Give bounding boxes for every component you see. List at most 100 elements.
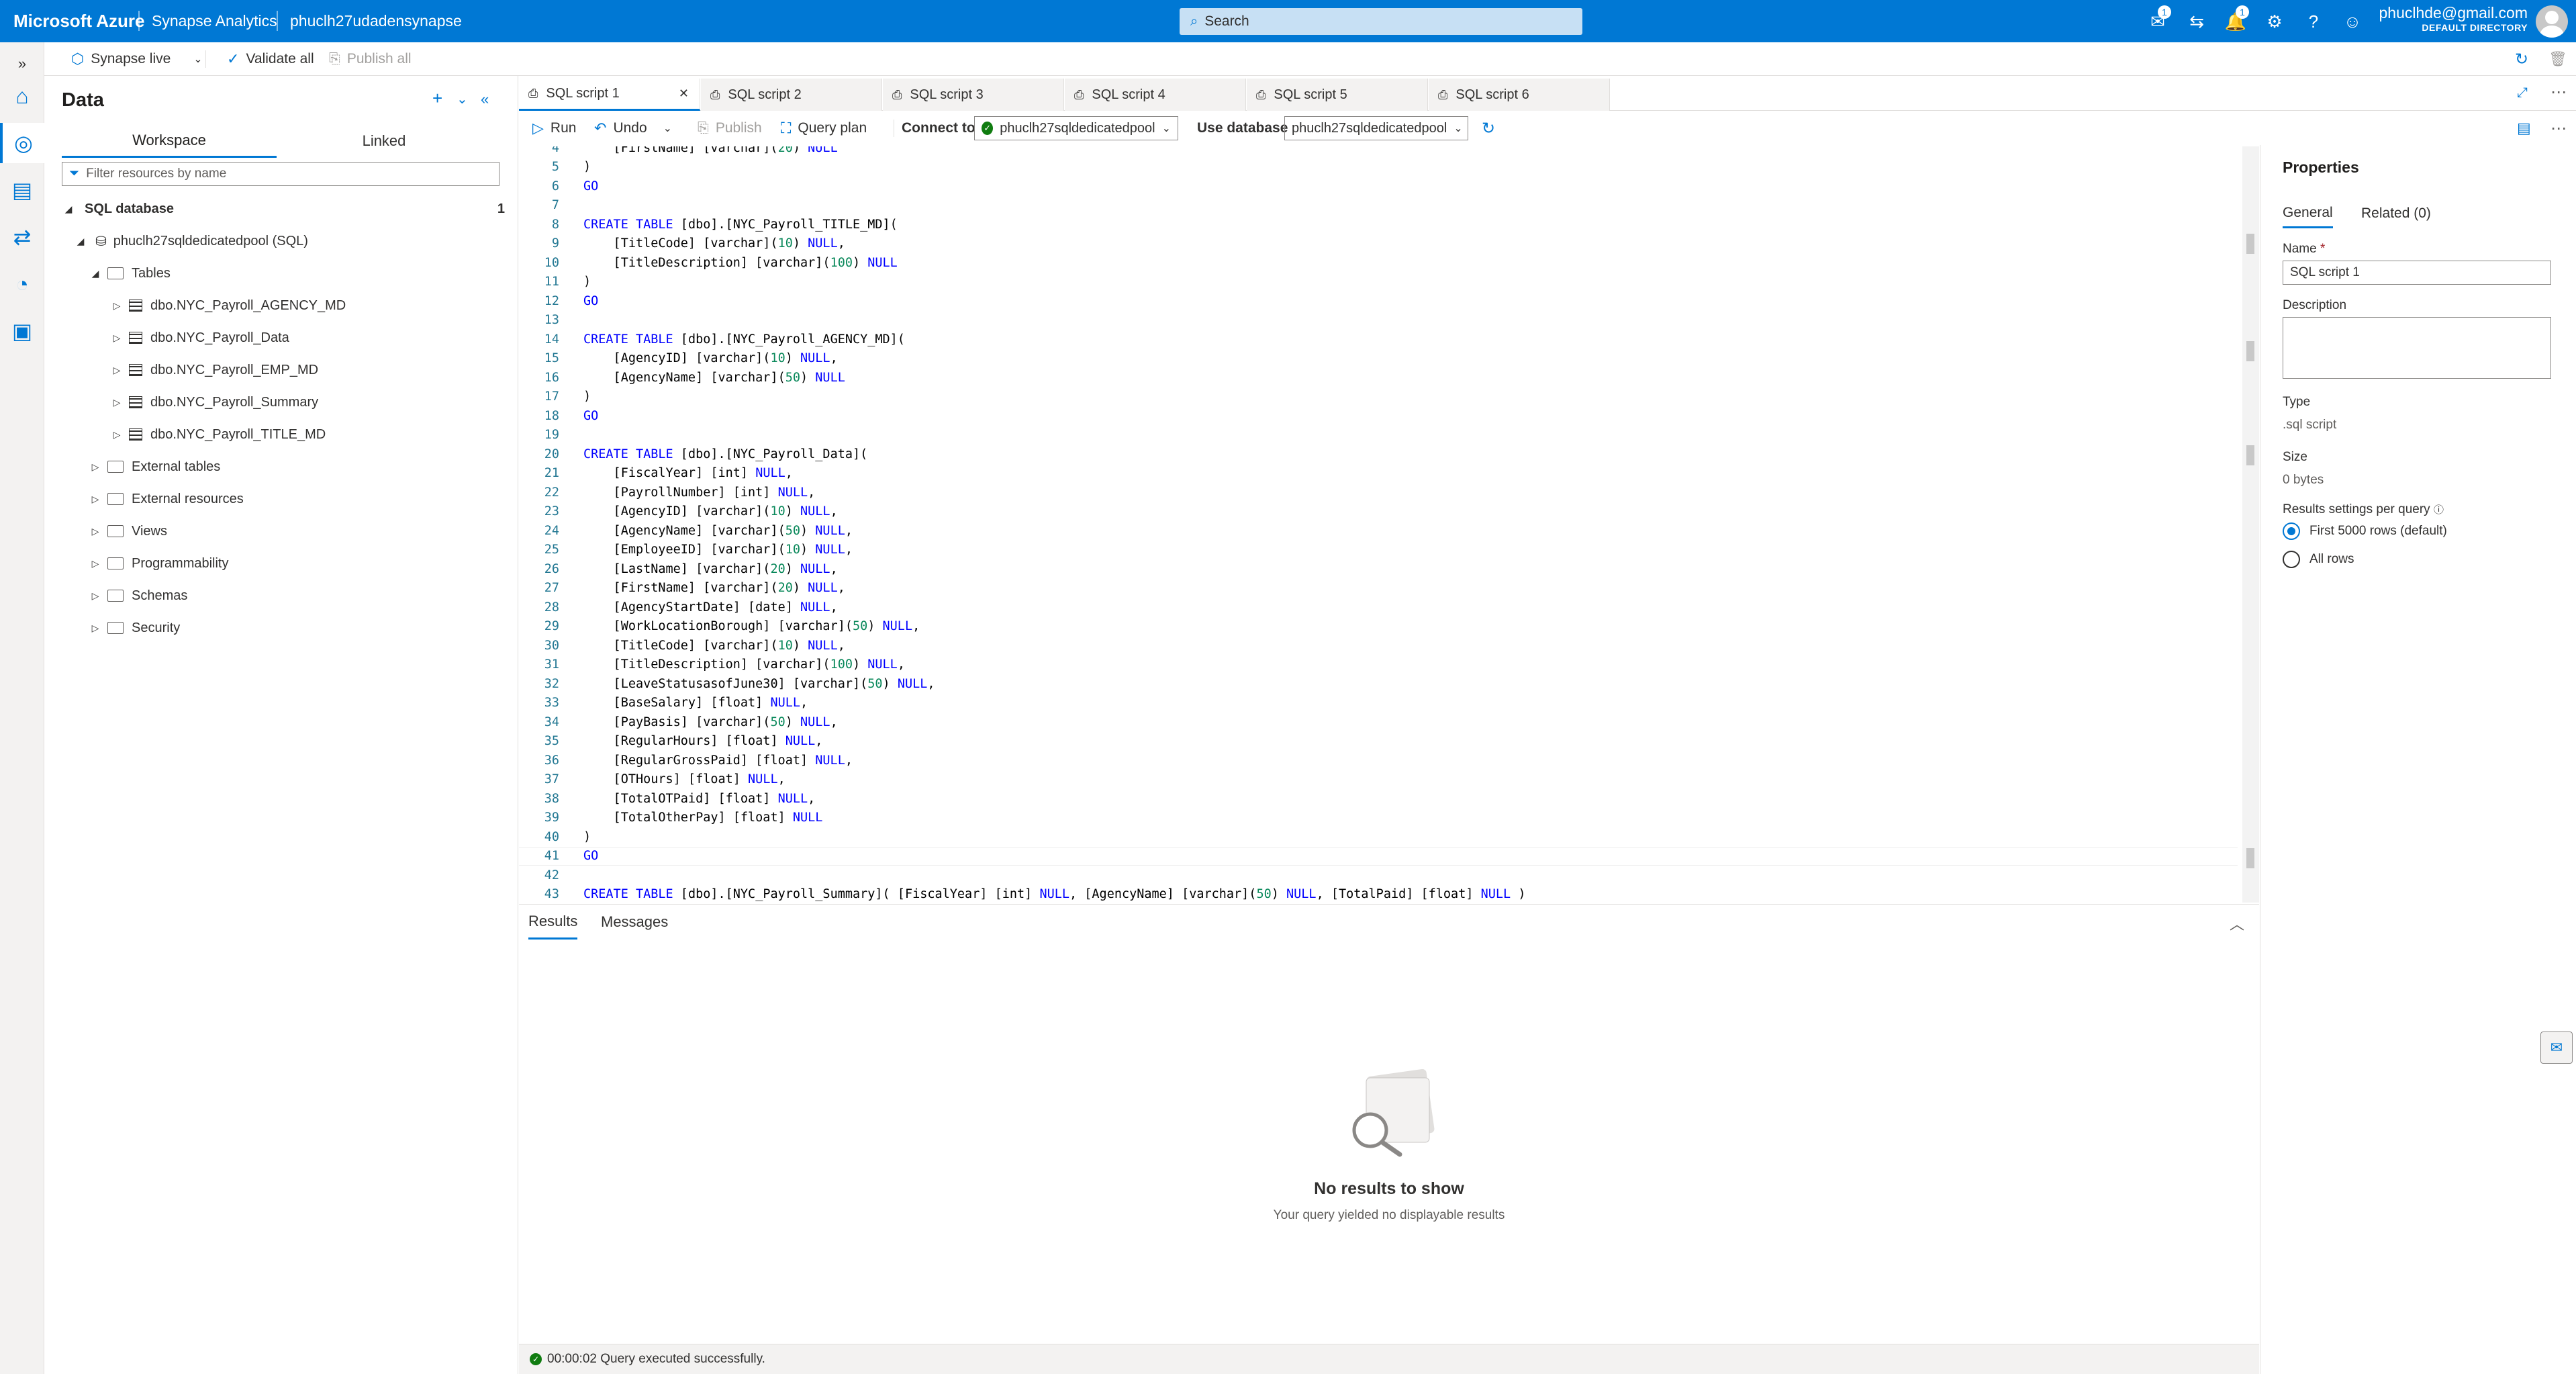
code-line[interactable]: 7 <box>519 196 2238 216</box>
editor-tab[interactable]: ⎙ SQL script 4 <box>1065 79 1246 111</box>
editor-tab[interactable]: ⎙ SQL script 1 ✕ <box>519 79 700 111</box>
tab-messages[interactable]: Messages <box>601 905 668 940</box>
code-line[interactable]: 35 [RegularHours] [float] NULL, <box>519 732 2238 751</box>
code-line[interactable]: 6 GO <box>519 177 2238 196</box>
publish-all-button[interactable]: ⎘ Publish all <box>329 42 412 76</box>
more-options-icon[interactable]: ⋯ <box>2550 83 2567 102</box>
info-icon[interactable]: ⓘ <box>2434 504 2444 516</box>
radio-all-rows[interactable]: All rows <box>2283 551 2354 568</box>
integrate-hub-icon[interactable]: ⇄ <box>0 217 44 257</box>
code-line[interactable]: 40) <box>519 827 2238 847</box>
code-line[interactable]: 11) <box>519 273 2238 292</box>
code-line[interactable]: 23 [AgencyID] [varchar](10) NULL, <box>519 502 2238 522</box>
code-line[interactable]: 10 [TitleDescription] [varchar](100) NUL… <box>519 253 2238 273</box>
tree-dedicated-pool[interactable]: ◢ ⛁ phuclh27sqldedicatedpool (SQL) <box>74 225 308 257</box>
help-icon[interactable]: ? <box>2299 7 2328 36</box>
editor-scrollbar[interactable] <box>2242 146 2259 903</box>
breadcrumb-service[interactable]: Synapse Analytics <box>152 0 277 42</box>
tab-linked[interactable]: Linked <box>277 124 491 158</box>
tree-sql-database[interactable]: ◢ SQL database 1 <box>62 193 505 225</box>
tab-workspace[interactable]: Workspace <box>62 124 277 158</box>
code-line[interactable]: 13 <box>519 311 2238 330</box>
refresh-icon[interactable]: ↻ <box>2515 42 2528 76</box>
maximize-icon[interactable]: ⤢ <box>2517 85 2528 101</box>
discard-icon[interactable]: 🗑 <box>2548 42 2567 76</box>
code-line[interactable]: 9 [TitleCode] [varchar](10) NULL, <box>519 234 2238 254</box>
search-input[interactable]: ⌕ Search <box>1180 8 1582 35</box>
tree-folder-item[interactable]: ▷ Programmability <box>89 547 229 580</box>
code-line[interactable]: 24 [AgencyName] [varchar](50) NULL, <box>519 521 2238 541</box>
code-line[interactable]: 25 [EmployeeID] [varchar](10) NULL, <box>519 541 2238 560</box>
code-line[interactable]: 5) <box>519 158 2238 177</box>
editor-tab[interactable]: ⎙ SQL script 6 <box>1429 79 1610 111</box>
editor-tab[interactable]: ⎙ SQL script 3 <box>883 79 1064 111</box>
tree-folder-item[interactable]: ▷ Views <box>89 515 167 547</box>
code-line[interactable]: 32 [LeaveStatusasofJune30] [varchar](50)… <box>519 674 2238 694</box>
tree-folder-item[interactable]: ▷ External tables <box>89 451 221 483</box>
undo-button[interactable]: ↶ Undo ⌄ <box>594 111 672 145</box>
code-line[interactable]: 33 [BaseSalary] [float] NULL, <box>519 694 2238 713</box>
manage-hub-icon[interactable]: ▣ <box>0 311 44 351</box>
code-line[interactable]: 38 [TotalOTPaid] [float] NULL, <box>519 789 2238 809</box>
azure-brand[interactable]: Microsoft Azure <box>13 0 145 42</box>
code-line[interactable]: 29 [WorkLocationBorough] [varchar](50) N… <box>519 617 2238 637</box>
publish-button[interactable]: ⎘ Publish <box>698 111 762 145</box>
code-line[interactable]: 39 [TotalOtherPay] [float] NULL <box>519 809 2238 828</box>
radio-first-5000[interactable]: First 5000 rows (default) <box>2283 522 2447 540</box>
collapse-panel-icon[interactable]: « <box>481 91 489 108</box>
code-line[interactable]: 12 GO <box>519 291 2238 311</box>
code-line[interactable]: 20 CREATE TABLE [dbo].[NYC_Payroll_Data]( <box>519 445 2238 464</box>
code-line[interactable]: 19 <box>519 426 2238 445</box>
tree-folder-item[interactable]: ▷ External resources <box>89 483 244 515</box>
code-line[interactable]: 21 [FiscalYear] [int] NULL, <box>519 464 2238 484</box>
code-line[interactable]: 4 [FirstName] [varchar](20) NULL <box>519 146 2238 158</box>
tree-table-item[interactable]: ▷ dbo.NYC_Payroll_Data <box>110 322 289 354</box>
feedback-icon[interactable]: ✉ 1 <box>2143 5 2173 36</box>
home-icon[interactable]: ⌂ <box>0 76 44 116</box>
code-line[interactable]: 28 [AgencyStartDate] [date] NULL, <box>519 598 2238 617</box>
feedback-float-icon[interactable]: ✉ <box>2540 1032 2573 1064</box>
code-line[interactable]: 15 [AgencyID] [varchar](10) NULL, <box>519 349 2238 369</box>
collapse-all-icon[interactable]: ⌄ <box>457 91 468 107</box>
collapse-results-icon[interactable]: ︿ <box>2230 913 2244 934</box>
tab-general[interactable]: General <box>2283 199 2333 228</box>
notifications-icon[interactable]: 🔔 1 <box>2221 5 2250 36</box>
tree-table-item[interactable]: ▷ dbo.NYC_Payroll_TITLE_MD <box>110 418 326 451</box>
close-icon[interactable]: ✕ <box>679 87 689 101</box>
editor-tab[interactable]: ⎙ SQL script 5 <box>1247 79 1428 111</box>
scroll-thumb[interactable] <box>2246 341 2254 361</box>
sql-code-editor[interactable]: 4 [FirstName] [varchar](20) NULL 5) 6 GO 7 8 C… <box>519 146 2259 903</box>
scroll-thumb[interactable] <box>2246 234 2254 254</box>
query-plan-button[interactable]: ⛶ Query plan <box>781 111 867 145</box>
code-line[interactable]: 27 [FirstName] [varchar](20) NULL, <box>519 579 2238 598</box>
filter-input[interactable]: ⏷ Filter resources by name <box>62 162 499 186</box>
breadcrumb-workspace[interactable]: phuclh27udadensynapse <box>290 0 462 42</box>
refresh-icon[interactable]: ↻ <box>1482 111 1495 145</box>
tab-results[interactable]: Results <box>528 905 578 940</box>
use-database-select[interactable]: phuclh27sqldedicatedpool ⌄ <box>1284 116 1468 140</box>
tree-table-item[interactable]: ▷ dbo.NYC_Payroll_EMP_MD <box>110 354 319 386</box>
code-line[interactable]: 26 [LastName] [varchar](20) NULL, <box>519 559 2238 579</box>
live-mode-dropdown[interactable]: ⬡ Synapse live ⌄ <box>71 42 203 76</box>
tab-related[interactable]: Related (0) <box>2361 199 2431 228</box>
code-line[interactable]: 41 GO <box>519 846 2238 866</box>
scroll-thumb[interactable] <box>2246 445 2254 465</box>
settings-gear-icon[interactable]: ⚙ <box>2260 7 2289 36</box>
editor-tab[interactable]: ⎙ SQL script 2 <box>701 79 882 111</box>
tree-tables[interactable]: ◢ Tables <box>89 257 171 289</box>
feedback-smile-icon[interactable]: ☺ <box>2338 7 2367 36</box>
properties-toggle-icon[interactable]: ▤ <box>2517 111 2531 145</box>
tree-folder-item[interactable]: ▷ Security <box>89 612 181 644</box>
code-line[interactable]: 42 <box>519 866 2238 885</box>
more-options-icon[interactable]: ⋯ <box>2550 111 2567 145</box>
code-line[interactable]: 30 [TitleCode] [varchar](10) NULL, <box>519 636 2238 655</box>
code-line[interactable]: 8 CREATE TABLE [dbo].[NYC_Payroll_TITLE_M… <box>519 215 2238 234</box>
code-line[interactable]: 22 [PayrollNumber] [int] NULL, <box>519 483 2238 502</box>
account-info[interactable]: phuclhde@gmail.com DEFAULT DIRECTORY <box>2379 4 2528 33</box>
name-field[interactable]: SQL script 1 <box>2283 261 2551 285</box>
description-field[interactable] <box>2283 317 2551 379</box>
add-resource-icon[interactable]: + <box>432 88 442 109</box>
code-line[interactable]: 43 CREATE TABLE [dbo].[NYC_Payroll_Summar… <box>519 885 2238 903</box>
monitor-hub-icon[interactable]: ◔ <box>0 264 44 304</box>
develop-hub-icon[interactable]: ▤ <box>0 170 44 210</box>
